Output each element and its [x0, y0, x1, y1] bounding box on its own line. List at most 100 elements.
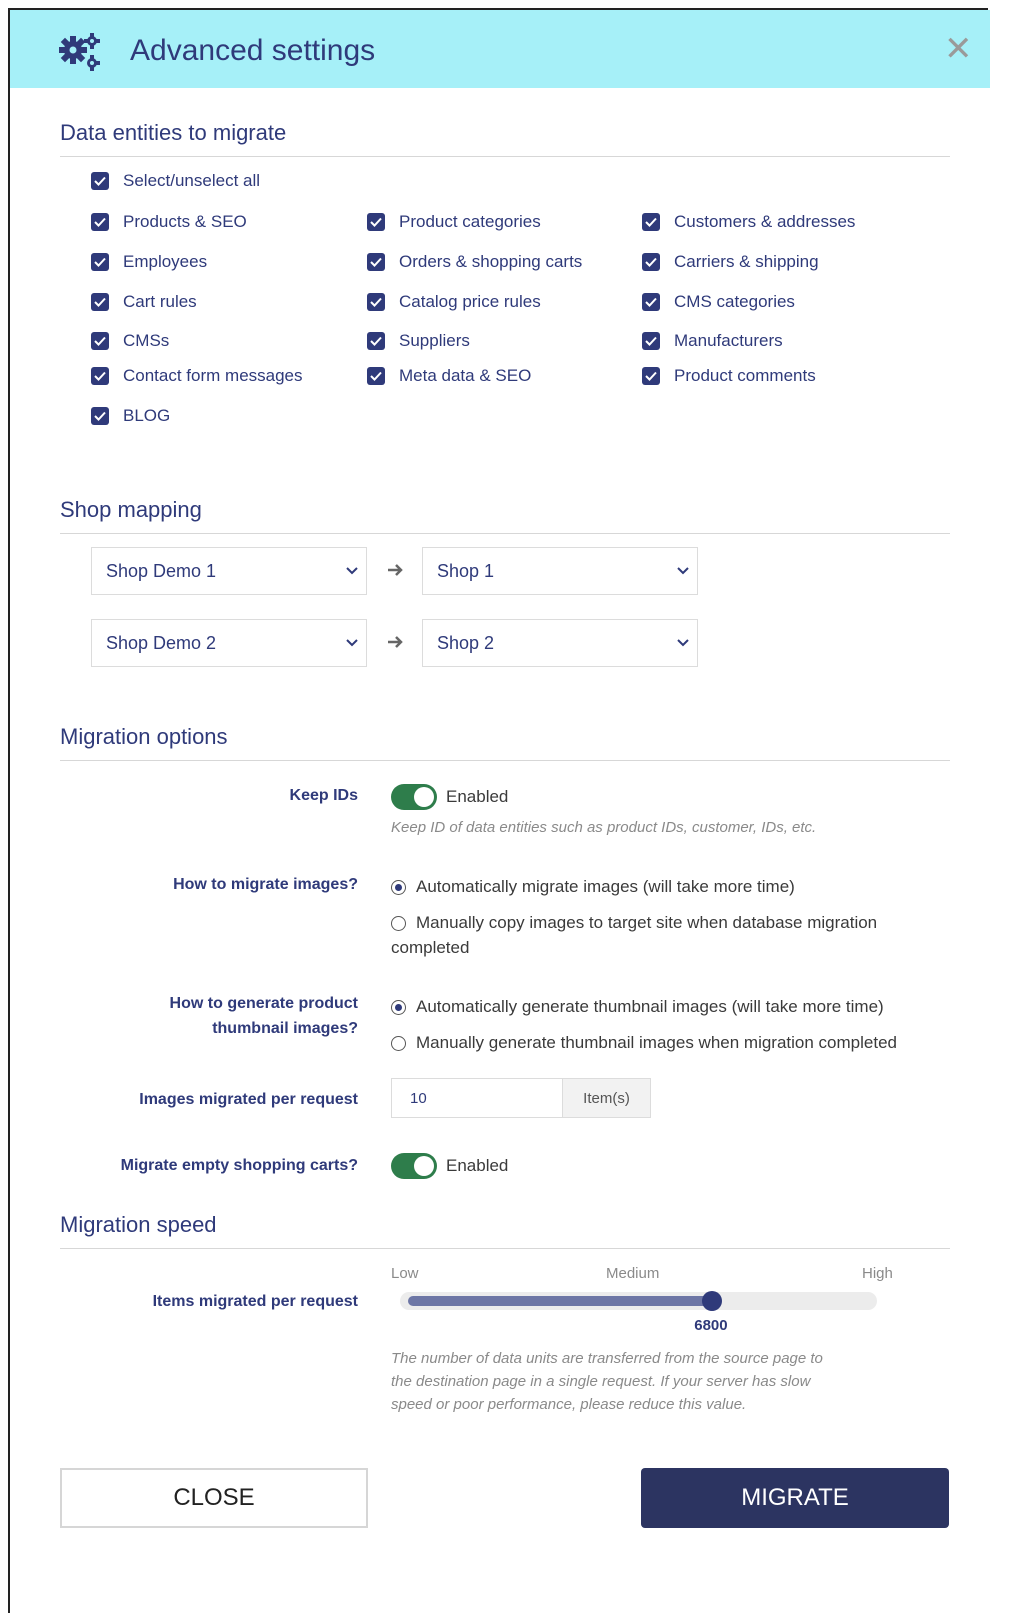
speed-hint: The number of data units are transferred…	[391, 1347, 823, 1416]
radio-manual-generate-thumbnails[interactable]: Manually generate thumbnail images when …	[391, 1030, 897, 1055]
advanced-settings-dialog: Advanced settings ✕ Data entities to mig…	[8, 8, 990, 1613]
entity-checkbox[interactable]: Cart rules	[91, 292, 197, 312]
select-value: Shop Demo 2	[106, 632, 217, 653]
radio-selected-icon	[391, 1000, 406, 1015]
checkbox-label: Select/unselect all	[123, 171, 261, 190]
arrow-right-icon	[388, 564, 403, 576]
checkbox-label: Customers & addresses	[674, 212, 856, 231]
slider-medium-label: Medium	[606, 1265, 660, 1282]
empty-carts-label: Migrate empty shopping carts?	[120, 1157, 358, 1174]
entity-checkbox[interactable]: CMS categories	[642, 292, 795, 312]
entity-checkbox[interactable]: BLOG	[91, 406, 170, 426]
checkbox-label: Carriers & shipping	[674, 252, 819, 271]
images-per-request-input[interactable]	[391, 1078, 563, 1118]
speed-slider-handle[interactable]	[702, 1291, 723, 1311]
entity-checkbox[interactable]: Catalog price rules	[367, 292, 541, 312]
entity-checkbox[interactable]: Suppliers	[367, 331, 470, 351]
checkbox-label: Suppliers	[399, 331, 470, 350]
divider	[60, 533, 950, 534]
gears-icon	[58, 32, 102, 72]
checkbox-label: Contact form messages	[123, 366, 303, 385]
dialog-header: Advanced settings ✕	[10, 10, 990, 88]
checkbox-label: Product comments	[674, 366, 816, 385]
close-icon[interactable]: ✕	[944, 32, 973, 66]
entity-checkbox[interactable]: Meta data & SEO	[367, 366, 531, 386]
checkbox-checked-icon	[91, 172, 109, 190]
migrate-button[interactable]: MIGRATE	[641, 1468, 949, 1528]
entity-checkbox[interactable]: Manufacturers	[642, 331, 783, 351]
entity-checkbox[interactable]: Contact form messages	[91, 366, 303, 386]
divider	[60, 156, 950, 157]
radio-label: Manually copy images to target site when…	[416, 913, 878, 932]
items-per-request-label: Items migrated per request	[152, 1293, 358, 1310]
select-value: Shop Demo 1	[106, 560, 217, 581]
entity-checkbox[interactable]: Customers & addresses	[642, 212, 855, 232]
source-shop-select-2[interactable]: Shop Demo 2	[91, 619, 367, 667]
empty-carts-toggle[interactable]	[391, 1153, 437, 1179]
radio-unselected-icon	[391, 1036, 406, 1051]
checkbox-checked-icon	[642, 253, 660, 271]
checkbox-checked-icon	[367, 293, 385, 311]
radio-auto-generate-thumbnails[interactable]: Automatically generate thumbnail images …	[391, 994, 884, 1019]
radio-label: Automatically generate thumbnail images …	[416, 997, 884, 1016]
checkbox-checked-icon	[367, 213, 385, 231]
entity-checkbox[interactable]: Employees	[91, 252, 207, 272]
speed-value: 6800	[694, 1317, 728, 1334]
toggle-knob	[414, 787, 434, 807]
speed-slider-track[interactable]	[400, 1291, 877, 1311]
radio-label: Manually generate thumbnail images when …	[416, 1033, 897, 1052]
chevron-down-icon	[677, 567, 689, 575]
entity-checkbox[interactable]: Carriers & shipping	[642, 252, 819, 272]
entity-checkbox[interactable]: Orders & shopping carts	[367, 252, 582, 272]
checkbox-checked-icon	[91, 407, 109, 425]
checkbox-label: Products & SEO	[123, 212, 247, 231]
chevron-down-icon	[346, 567, 358, 575]
slider-high-label: High	[862, 1265, 893, 1282]
target-shop-select-2[interactable]: Shop 2	[422, 619, 698, 667]
radio-label: Automatically migrate images (will take …	[416, 877, 795, 896]
checkbox-checked-icon	[367, 332, 385, 350]
checkbox-label: CMSs	[123, 331, 170, 350]
select-all-checkbox[interactable]: Select/unselect all	[91, 171, 260, 191]
divider	[60, 1248, 950, 1249]
entity-checkbox[interactable]: Product categories	[367, 212, 541, 232]
select-value: Shop 2	[437, 632, 495, 653]
radio-unselected-icon	[391, 916, 406, 931]
radio-label-continued: completed	[391, 938, 470, 957]
keep-ids-toggle[interactable]	[391, 784, 437, 810]
migration-speed-section-title: Migration speed	[60, 1212, 217, 1237]
keep-ids-hint: Keep ID of data entities such as product…	[391, 819, 817, 836]
thumbnails-label-line2: thumbnail images?	[212, 1020, 358, 1037]
checkbox-checked-icon	[91, 293, 109, 311]
checkbox-checked-icon	[91, 367, 109, 385]
radio-manual-copy-images[interactable]: Manually copy images to target site when…	[391, 910, 877, 960]
speed-slider-fill	[408, 1296, 713, 1306]
entity-checkbox[interactable]: Product comments	[642, 366, 816, 386]
target-shop-select-1[interactable]: Shop 1	[422, 547, 698, 595]
checkbox-checked-icon	[642, 213, 660, 231]
chevron-down-icon	[677, 639, 689, 647]
close-button[interactable]: CLOSE	[60, 1468, 368, 1528]
source-shop-select-1[interactable]: Shop Demo 1	[91, 547, 367, 595]
checkbox-label: Manufacturers	[674, 331, 783, 350]
radio-auto-migrate-images[interactable]: Automatically migrate images (will take …	[391, 874, 795, 899]
checkbox-checked-icon	[367, 367, 385, 385]
checkbox-label: Meta data & SEO	[399, 366, 532, 385]
checkbox-checked-icon	[91, 332, 109, 350]
checkbox-checked-icon	[91, 253, 109, 271]
checkbox-label: Catalog price rules	[399, 292, 541, 311]
items-unit-addon: Item(s)	[563, 1078, 651, 1118]
checkbox-label: Product categories	[399, 212, 541, 231]
entity-checkbox[interactable]: CMSs	[91, 331, 169, 351]
migration-options-section-title: Migration options	[60, 724, 228, 749]
checkbox-checked-icon	[642, 293, 660, 311]
checkbox-label: BLOG	[123, 406, 171, 425]
entity-checkbox[interactable]: Products & SEO	[91, 212, 247, 232]
images-per-request-group: Item(s)	[391, 1078, 651, 1118]
checkbox-label: Employees	[123, 252, 208, 271]
speed-hint-line3: speed or poor performance, please reduce…	[391, 1396, 747, 1413]
checkbox-checked-icon	[367, 253, 385, 271]
chevron-down-icon	[346, 639, 358, 647]
images-per-request-label: Images migrated per request	[139, 1091, 358, 1108]
entities-section-title: Data entities to migrate	[60, 120, 287, 145]
